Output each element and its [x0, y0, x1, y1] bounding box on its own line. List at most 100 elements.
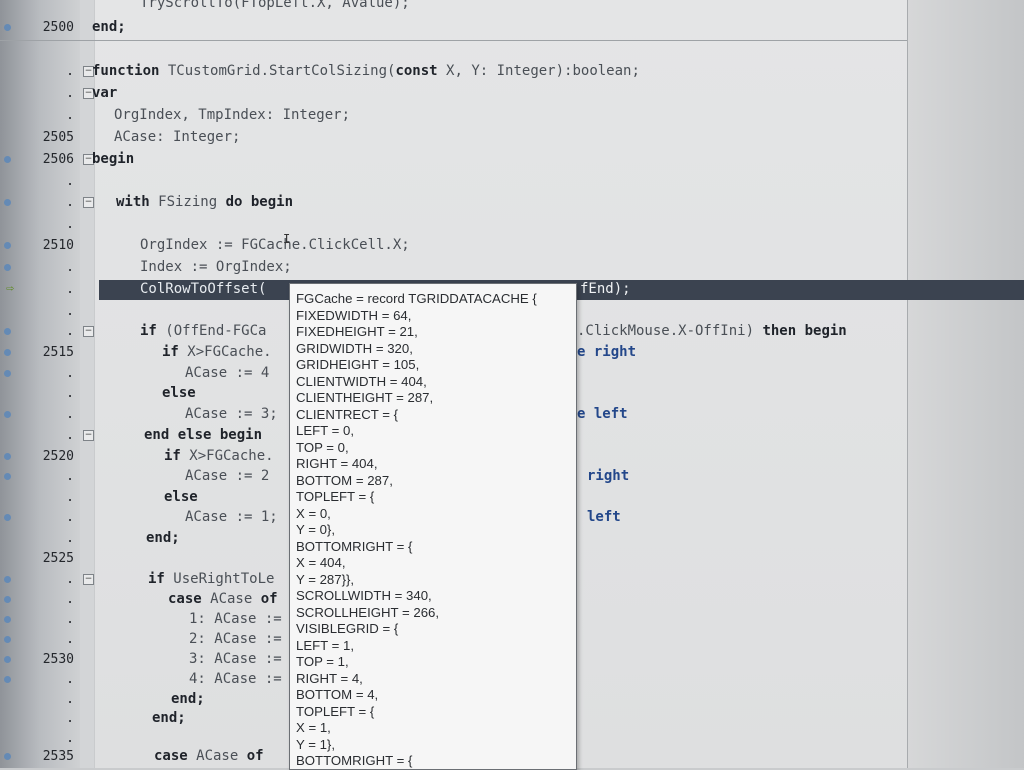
- code-line[interactable]: TryScrollTo(FTopLeft.X, Avalue);: [0, 0, 1024, 14]
- code-text: var: [92, 85, 118, 101]
- tooltip-line: TOPLEFT = {: [296, 703, 375, 719]
- line-number: 2505: [42, 130, 74, 145]
- method-separator: [0, 40, 907, 41]
- line-number: .: [66, 324, 74, 339]
- line-number: 2530: [42, 652, 74, 667]
- tooltip-line: BOTTOMRIGHT = {: [296, 753, 413, 768]
- line-number: 2506: [42, 152, 74, 167]
- tooltip-line: CLIENTHEIGHT = 287,: [296, 390, 434, 405]
- line-number: .: [66, 386, 74, 401]
- code-text: 3: ACase :=: [189, 651, 282, 667]
- line-number: .: [66, 672, 74, 687]
- tooltip-line: TOP = 1,: [296, 654, 349, 669]
- line-number: 2515: [42, 345, 74, 360]
- line-number: .: [66, 64, 74, 79]
- code-text: .ClickMouse.X-OffIni) then begin: [577, 323, 847, 339]
- code-text: begin: [92, 151, 135, 167]
- code-line[interactable]: 2505 ACase: Integer;: [0, 128, 1024, 148]
- line-number: .: [66, 711, 74, 726]
- tooltip-line: FIXEDHEIGHT = 21,: [296, 324, 418, 339]
- code-text: ACase: Integer;: [114, 129, 241, 145]
- fold-box-icon[interactable]: −: [83, 430, 94, 441]
- code-text: ACase := 4: [185, 365, 270, 381]
- line-number: .: [66, 510, 74, 525]
- code-line[interactable]: .: [0, 172, 1024, 192]
- code-line[interactable]: . − var: [0, 84, 1024, 104]
- line-number: .: [66, 174, 74, 189]
- code-text: end;: [92, 19, 126, 35]
- tooltip-line: VISIBLEGRID = {: [296, 621, 399, 636]
- line-number: .: [66, 531, 74, 546]
- code-line[interactable]: 2510 OrgIndex := FGCache.ClickCell.X;: [0, 236, 1024, 256]
- code-text: ACase := 3;: [185, 406, 278, 422]
- code-text: ColRowToOffset(: [140, 281, 267, 297]
- code-line[interactable]: . Index := OrgIndex;: [0, 258, 1024, 278]
- text-cursor-icon: I: [283, 232, 291, 246]
- debug-value-tooltip[interactable]: FGCache = record TGRIDDATACACHE {FIXEDWI…: [289, 283, 577, 770]
- line-number: .: [66, 366, 74, 381]
- code-text: if X>FGCache.: [164, 448, 274, 464]
- tooltip-line: X = 0,: [296, 505, 331, 521]
- code-text: end;: [146, 530, 180, 546]
- code-text: 4: ACase :=: [189, 671, 282, 687]
- code-text: left: [587, 509, 621, 525]
- code-line[interactable]: . OrgIndex, TmpIndex: Integer;: [0, 106, 1024, 126]
- tooltip-line: RIGHT = 4,: [296, 670, 363, 686]
- fold-box-icon[interactable]: −: [83, 326, 94, 337]
- tooltip-line: Y = 0},: [296, 522, 335, 537]
- line-number: .: [66, 428, 74, 443]
- tooltip-line: TOPLEFT = {: [296, 489, 375, 504]
- code-text: right: [587, 468, 630, 484]
- tooltip-line: CLIENTRECT = {: [296, 406, 398, 422]
- tooltip-line: BOTTOM = 287,: [296, 472, 393, 488]
- line-number: .: [66, 469, 74, 484]
- code-text: fEnd);: [580, 281, 631, 297]
- line-number: .: [66, 407, 74, 422]
- line-number: .: [66, 195, 74, 210]
- fold-box-icon[interactable]: −: [83, 574, 94, 585]
- code-text: end;: [171, 691, 205, 707]
- code-text: if UseRightToLe: [148, 571, 275, 587]
- code-text: with FSizing do begin: [116, 194, 294, 210]
- code-text: 2: ACase :=: [189, 631, 282, 647]
- code-text: end else begin: [144, 427, 263, 443]
- line-number: .: [66, 731, 74, 746]
- code-text: Index := OrgIndex;: [140, 259, 292, 275]
- line-number: .: [66, 572, 74, 587]
- tooltip-line: Y = 287}},: [296, 571, 355, 587]
- code-line[interactable]: 2500 end;: [0, 18, 1024, 38]
- code-text: function TCustomGrid.StartColSizing(cons…: [92, 63, 640, 79]
- tooltip-line: TOP = 0,: [296, 439, 349, 455]
- code-text: if (OffEnd-FGCa: [140, 323, 267, 339]
- code-text: TryScrollTo(FTopLeft.X, Avalue);: [140, 0, 410, 11]
- code-text: else: [162, 385, 196, 401]
- line-number: .: [66, 490, 74, 505]
- line-number: .: [66, 592, 74, 607]
- line-number: .: [66, 282, 74, 297]
- code-text: 1: ACase :=: [189, 611, 282, 627]
- fold-box-icon[interactable]: −: [83, 197, 94, 208]
- line-number: 2500: [42, 20, 74, 35]
- code-text: case ACase of: [154, 748, 264, 764]
- tooltip-line: BOTTOMRIGHT = {: [296, 538, 413, 554]
- code-text: case ACase of: [168, 591, 278, 607]
- line-number: 2510: [42, 238, 74, 253]
- code-text: OrgIndex := FGCache.ClickCell.X;: [140, 237, 410, 253]
- code-line[interactable]: . − function TCustomGrid.StartColSizing(…: [0, 62, 1024, 82]
- line-number: .: [66, 86, 74, 101]
- line-number: .: [66, 692, 74, 707]
- tooltip-line: LEFT = 1,: [296, 637, 355, 653]
- tooltip-line: BOTTOM = 4,: [296, 687, 379, 702]
- tooltip-line: Y = 1},: [296, 736, 335, 752]
- line-number: 2520: [42, 449, 74, 464]
- line-number: 2525: [42, 551, 74, 566]
- code-line[interactable]: .: [0, 215, 1024, 235]
- code-text: OrgIndex, TmpIndex: Integer;: [114, 107, 351, 123]
- tooltip-line: X = 404,: [296, 555, 346, 570]
- line-number: .: [66, 612, 74, 627]
- code-line[interactable]: . − with FSizing do begin: [0, 193, 1024, 213]
- code-line[interactable]: 2506 − begin: [0, 150, 1024, 170]
- code-text: end;: [152, 710, 186, 726]
- code-text: else: [164, 489, 198, 505]
- tooltip-line: RIGHT = 404,: [296, 456, 378, 471]
